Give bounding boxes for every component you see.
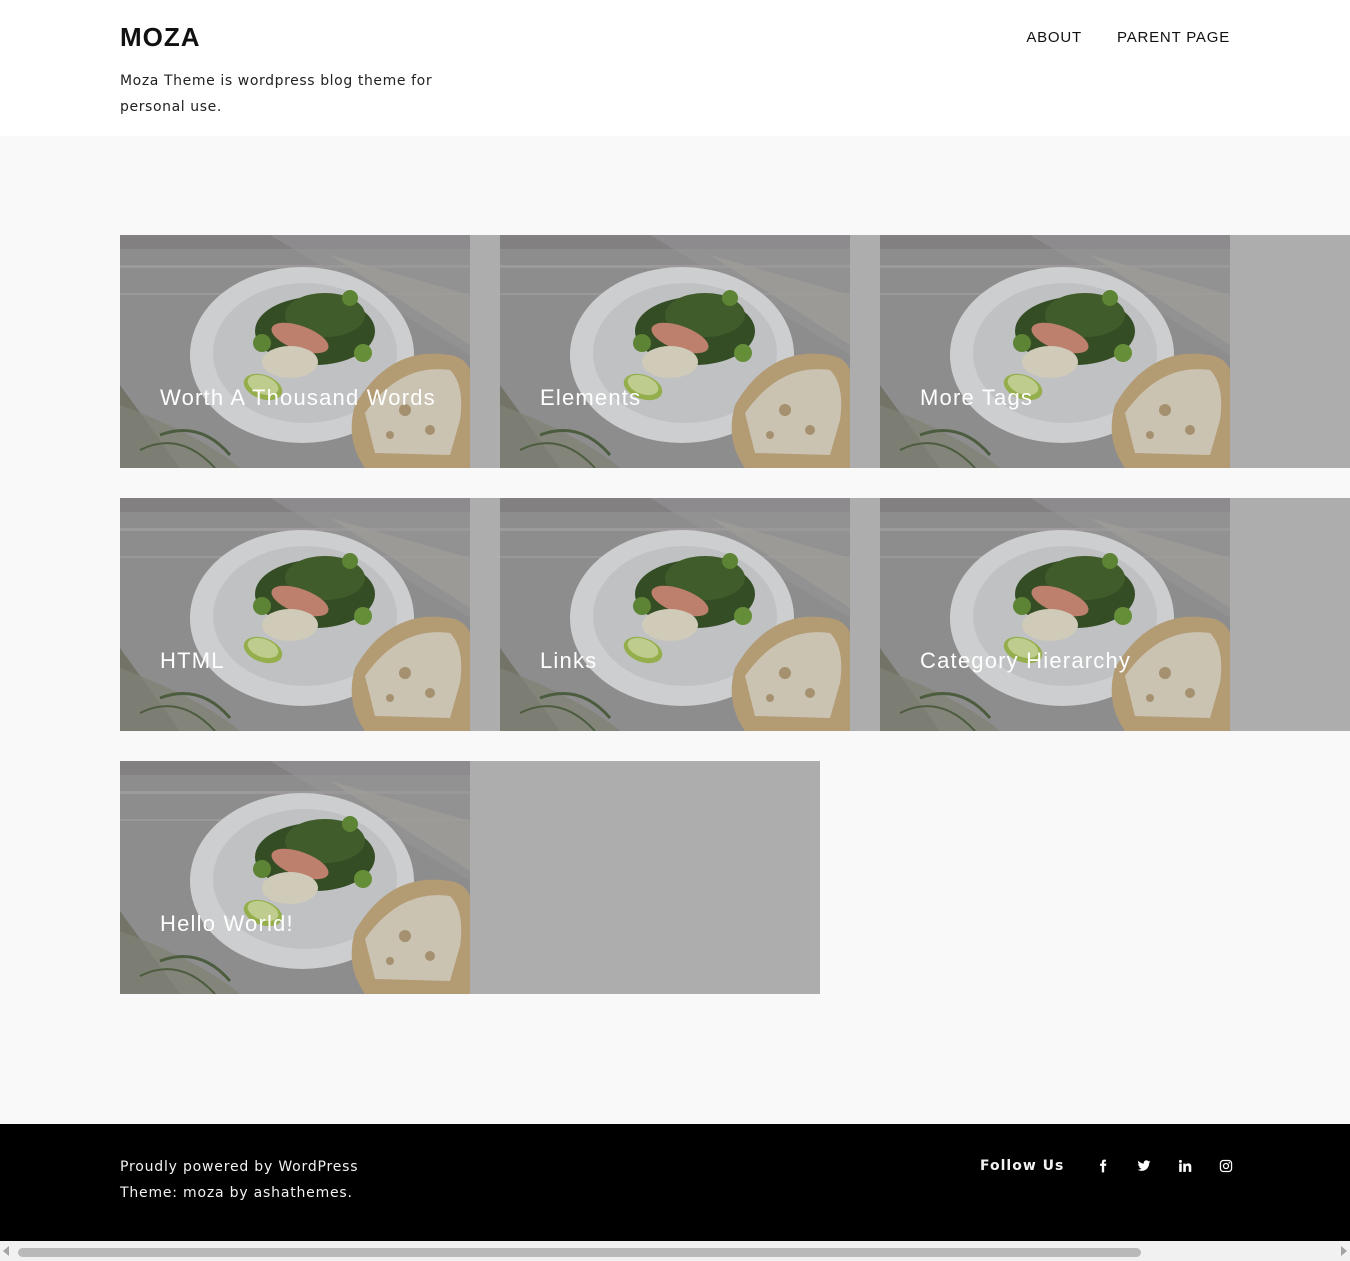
twitter-icon[interactable] <box>1123 1156 1164 1176</box>
post-thumbnail <box>120 761 470 994</box>
post-card[interactable]: HTML <box>120 498 470 731</box>
powered-by-link[interactable]: Proudly powered by WordPress <box>120 1159 358 1175</box>
site-footer: Proudly powered by WordPress Theme: moza… <box>0 1124 1350 1241</box>
post-thumbnail <box>120 498 470 731</box>
post-title[interactable]: Elements <box>540 385 641 411</box>
post-thumbnail <box>500 498 850 731</box>
horizontal-scrollbar[interactable] <box>0 1241 1350 1261</box>
post-card[interactable]: Hello World! <box>120 761 470 994</box>
post-card[interactable]: More Tags <box>880 235 1230 468</box>
post-title[interactable]: Worth A Thousand Words <box>160 385 436 411</box>
instagram-icon[interactable] <box>1205 1156 1246 1176</box>
card-shade <box>470 235 500 468</box>
social-follow: Follow Us <box>980 1156 1246 1176</box>
post-thumbnail <box>880 235 1230 468</box>
linkedin-icon[interactable] <box>1164 1156 1205 1176</box>
post-title[interactable]: Hello World! <box>160 911 294 937</box>
site-header: MOZA Moza Theme is wordpress blog theme … <box>0 0 1350 136</box>
theme-credit-prefix: Theme: moza by <box>120 1185 254 1201</box>
post-title[interactable]: HTML <box>160 648 225 674</box>
post-grid: Worth A Thousand Words Elements More Tag… <box>0 0 1350 1261</box>
post-card[interactable]: Elements <box>500 235 850 468</box>
post-thumbnail <box>500 235 850 468</box>
scroll-right-arrow-icon[interactable] <box>1341 1246 1347 1256</box>
nav-item-about[interactable]: ABOUT <box>1026 29 1082 46</box>
nav-item-parent-page[interactable]: PARENT PAGE <box>1117 29 1230 46</box>
facebook-icon[interactable] <box>1082 1156 1123 1176</box>
card-shade <box>470 761 820 994</box>
theme-author-link[interactable]: ashathemes. <box>254 1185 353 1201</box>
post-title[interactable]: More Tags <box>920 385 1033 411</box>
post-card[interactable]: Worth A Thousand Words <box>120 235 470 468</box>
post-card[interactable]: Category Hierarchy <box>880 498 1230 731</box>
post-card[interactable]: Links <box>500 498 850 731</box>
post-title[interactable]: Links <box>540 648 597 674</box>
site-title[interactable]: MOZA <box>120 22 201 53</box>
follow-label: Follow Us <box>980 1158 1065 1174</box>
site-tagline: Moza Theme is wordpress blog theme for p… <box>120 73 433 115</box>
scroll-left-arrow-icon[interactable] <box>3 1246 9 1256</box>
footer-credits: Proudly powered by WordPress Theme: moza… <box>120 1154 358 1206</box>
post-thumbnail <box>120 235 470 468</box>
primary-nav: ABOUT PARENT PAGE <box>1026 29 1230 46</box>
scrollbar-thumb[interactable] <box>18 1248 1141 1257</box>
post-title[interactable]: Category Hierarchy <box>920 648 1131 674</box>
card-shade <box>470 498 500 731</box>
post-thumbnail <box>880 498 1230 731</box>
